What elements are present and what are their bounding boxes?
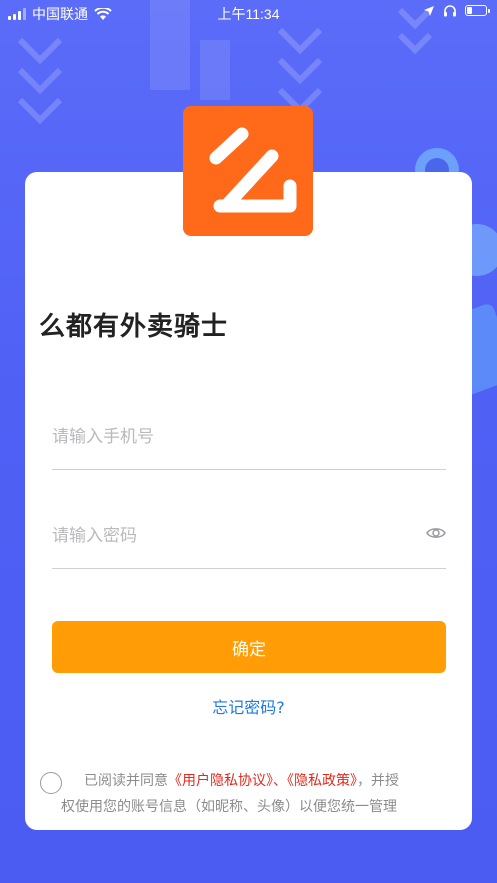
app-logo — [183, 106, 313, 236]
agreement-text-line1: 已阅读并同意《用户隐私协议》、《隐私政策》，并授 — [84, 770, 399, 790]
headphones-icon — [444, 5, 456, 17]
confirm-button[interactable]: 确定 — [52, 621, 446, 673]
agreement-suffix: ，并授 — [357, 773, 399, 789]
privacy-policy-link[interactable]: 《隐私政策》 — [287, 773, 357, 789]
phone-input[interactable] — [52, 422, 392, 447]
agreement-prefix: 已阅读并同意 — [84, 773, 168, 789]
location-icon — [424, 5, 434, 16]
app-title: 么都有外卖骑士 — [39, 312, 229, 342]
agreement-separator: 、 — [273, 773, 287, 789]
phone-field — [52, 400, 446, 470]
logo-icon — [209, 127, 297, 213]
eye-icon[interactable] — [426, 525, 446, 541]
password-field — [52, 499, 446, 569]
agreement-text-line2: 权使用您的账号信息（如昵称、头像）以便您统一管理 — [61, 799, 397, 815]
forgot-password-link[interactable]: 忘记密码? — [0, 694, 497, 718]
agreement-checkbox[interactable] — [40, 772, 62, 794]
password-input[interactable] — [52, 521, 392, 546]
status-bar: 中国联通 上午11:34 — [0, 0, 497, 26]
user-agreement-link[interactable]: 《用户隐私协议》 — [168, 773, 273, 789]
battery-icon — [465, 5, 490, 16]
